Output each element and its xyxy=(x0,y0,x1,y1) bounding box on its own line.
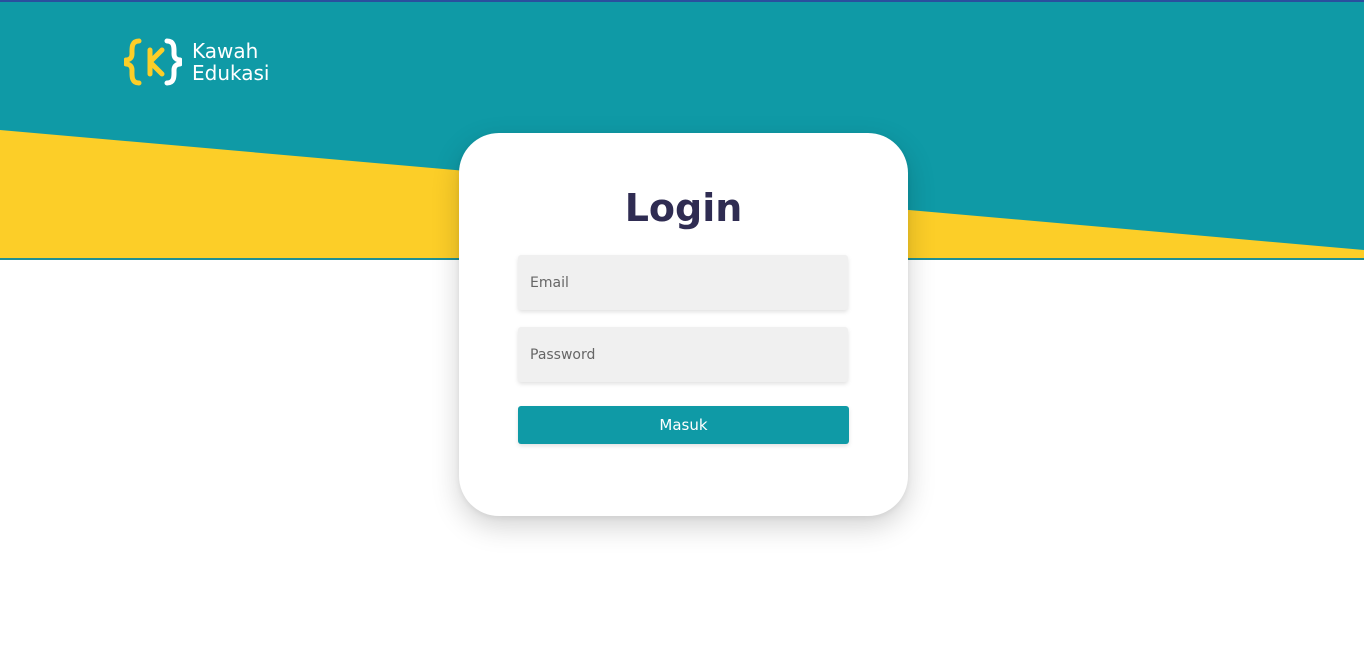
brand-logo-mark-icon xyxy=(124,38,182,86)
brand-logo[interactable]: Kawah Edukasi xyxy=(124,38,269,86)
login-submit-button[interactable]: Masuk xyxy=(518,406,849,444)
brand-name-line-1: Kawah xyxy=(192,39,259,63)
login-title: Login xyxy=(624,186,743,230)
email-field[interactable] xyxy=(518,255,848,310)
brand-name: Kawah Edukasi xyxy=(192,40,269,84)
login-card: Login Masuk xyxy=(459,133,908,516)
brand-name-line-2: Edukasi xyxy=(192,61,270,85)
password-field[interactable] xyxy=(518,327,848,382)
login-page: Kawah Edukasi Login Masuk xyxy=(0,0,1364,664)
